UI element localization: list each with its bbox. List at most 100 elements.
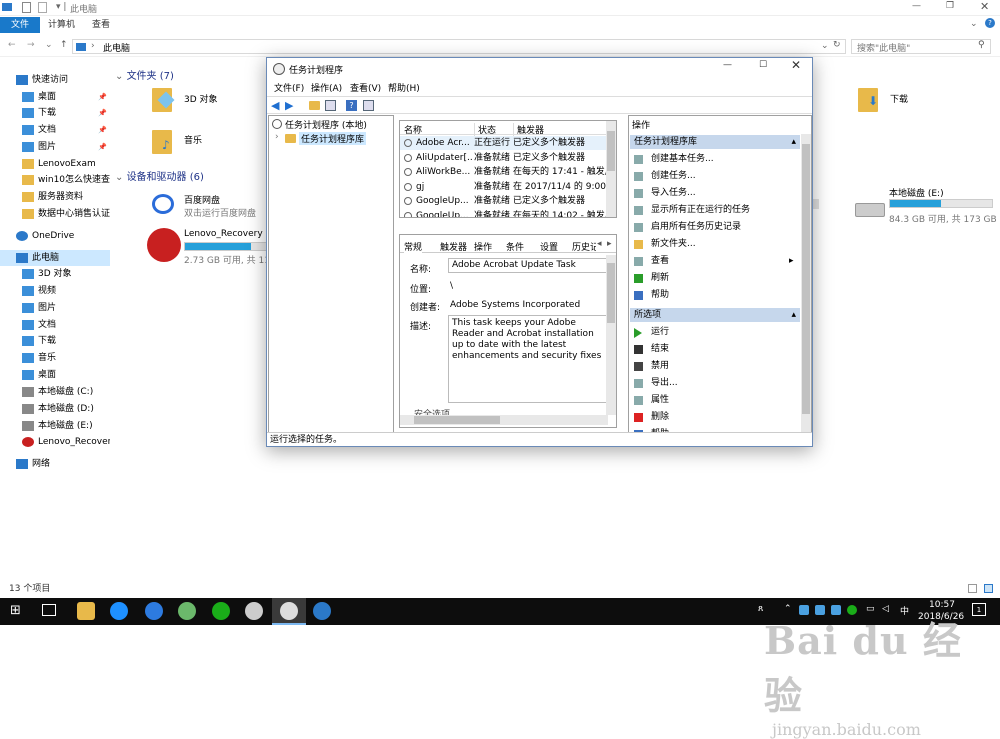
breadcrumb[interactable]: 此电脑 <box>103 41 130 54</box>
feishu-icon[interactable] <box>313 602 331 620</box>
clock-time[interactable]: 10:57 <box>929 600 955 610</box>
menu-view[interactable]: 查看(V) <box>350 82 381 96</box>
pin-icon[interactable]: 📌 <box>98 105 107 121</box>
scroll-thumb[interactable] <box>607 263 615 323</box>
sidebar-item[interactable]: 桌面 📌 <box>0 89 110 105</box>
quick-access-dropdown-icon[interactable]: ▾ | <box>56 2 66 12</box>
tab-settings[interactable]: 设置 <box>540 240 558 253</box>
task-row[interactable]: GoogleUp... 准备就绪 已定义多个触发器 <box>400 194 608 208</box>
tab-actions[interactable]: 操作 <box>474 240 492 253</box>
details-view-icon[interactable] <box>968 584 977 593</box>
sidebar-item[interactable]: 音乐 <box>0 350 110 366</box>
task-row[interactable]: GoogleUp... 准备就绪 在每天的 14:02 - 触发后 <box>400 209 608 217</box>
back-icon[interactable]: ◀ <box>271 99 279 112</box>
actions-scrollbar[interactable] <box>801 134 811 432</box>
sidebar-item[interactable]: 网络 <box>0 456 110 472</box>
action-item[interactable]: 刷新 <box>632 270 797 286</box>
tab-view[interactable]: 查看 <box>92 17 110 33</box>
tree-root[interactable]: 任务计划程序 (本地) <box>285 118 367 131</box>
folder-downloads[interactable]: ⬇ <box>856 84 884 116</box>
show-hide-tree-icon[interactable] <box>325 100 336 111</box>
file-explorer-icon[interactable] <box>77 602 95 620</box>
start-icon[interactable]: ⊞ <box>10 603 21 618</box>
sidebar-item[interactable]: 3D 对象 <box>0 266 110 282</box>
folder-music[interactable]: ♪ <box>150 126 178 158</box>
devices-group-header[interactable]: ⌄ 设备和驱动器 (6) <box>115 168 204 183</box>
tab-triggers[interactable]: 触发器 <box>440 240 467 253</box>
forward-icon[interactable]: ▶ <box>285 99 293 112</box>
app-avatar-icon[interactable] <box>245 602 263 620</box>
recovery-icon[interactable] <box>147 228 181 262</box>
sidebar-item[interactable]: 下载 📌 <box>0 105 110 121</box>
actions-section-library[interactable]: 任务计划程序库 ▴ <box>630 135 800 149</box>
h-scroll-thumb[interactable] <box>414 416 500 424</box>
help-icon[interactable]: ? <box>985 18 995 28</box>
action-item[interactable]: 查看 ▸ <box>632 253 797 269</box>
pin-icon[interactable]: 📌 <box>98 139 107 155</box>
recent-dropdown-icon[interactable]: ⌄ <box>45 40 53 50</box>
dialog-maximize-button[interactable]: ☐ <box>759 60 767 70</box>
scroll-thumb[interactable] <box>802 144 810 414</box>
new-folder-quick-icon[interactable] <box>38 2 47 13</box>
action-item[interactable]: 禁用 <box>632 358 797 374</box>
close-button[interactable]: ✕ <box>980 0 989 13</box>
sidebar-item[interactable]: 此电脑 <box>0 250 110 266</box>
action-item[interactable]: 导入任务... <box>632 185 797 201</box>
action-item[interactable]: 结束 <box>632 341 797 357</box>
actions-section-selected[interactable]: 所选项 ▴ <box>630 308 800 322</box>
wechat-icon[interactable] <box>212 602 230 620</box>
menu-file[interactable]: 文件(F) <box>274 82 304 96</box>
folder-3d-objects[interactable] <box>150 84 178 116</box>
action-item[interactable]: 运行 <box>632 324 797 340</box>
detail-scrollbar[interactable] <box>606 255 616 415</box>
action-item[interactable]: 创建基本任务... <box>632 151 797 167</box>
task-description-field[interactable]: This task keeps your Adobe Reader and Ac… <box>448 315 608 403</box>
people-icon[interactable]: ጸ <box>758 604 763 614</box>
task-name-field[interactable]: Adobe Acrobat Update Task <box>448 258 608 273</box>
address-field[interactable]: › 此电脑 ⌄ ↻ <box>72 39 846 54</box>
sidebar-item[interactable]: 文档 📌 <box>0 122 110 138</box>
folders-group-header[interactable]: ⌄ 文件夹 (7) <box>115 67 174 82</box>
address-dropdown-icon[interactable]: ⌄ <box>821 41 829 51</box>
task-row[interactable]: gj 准备就绪在 2017/11/4 的 9:00 时 <box>400 180 608 194</box>
scroll-thumb[interactable] <box>607 131 615 171</box>
dialog-minimize-button[interactable]: — <box>723 60 732 70</box>
maximize-button[interactable]: ❐ <box>946 1 954 11</box>
column-name[interactable]: 名称 <box>404 123 422 136</box>
app-icon[interactable] <box>178 602 196 620</box>
expand-icon[interactable]: › <box>275 132 279 142</box>
sidebar-item[interactable]: LenovoExam <box>0 156 110 172</box>
action-item[interactable]: 显示所有正在运行的任务 <box>632 202 797 218</box>
ie-icon[interactable] <box>110 602 128 620</box>
sidebar-item[interactable]: 视频 <box>0 283 110 299</box>
sidebar-item[interactable]: OneDrive <box>0 228 110 244</box>
sidebar-item[interactable]: 服务器资料 <box>0 189 110 205</box>
sidebar-item[interactable]: 下载 <box>0 333 110 349</box>
tree-item-library[interactable]: 任务计划程序库 <box>299 132 367 145</box>
sidebar-item[interactable]: win10怎么快速查找 <box>0 172 110 188</box>
edge-icon[interactable] <box>145 602 163 620</box>
pin-icon[interactable]: 📌 <box>98 89 107 105</box>
device-baidu-netdisk[interactable] <box>150 192 178 218</box>
sidebar-item[interactable]: 桌面 <box>0 367 110 383</box>
tab-scroll-left-icon[interactable]: ◂ <box>597 239 602 249</box>
action-item[interactable]: 帮助 <box>632 287 797 303</box>
sidebar-item[interactable]: 图片 <box>0 300 110 316</box>
refresh-icon[interactable]: ↻ <box>833 40 841 50</box>
task-scheduler-taskbar-button[interactable] <box>272 598 306 625</box>
tab-history[interactable]: 历史记 <box>572 240 596 253</box>
tab-file[interactable]: 文件 <box>0 17 40 33</box>
properties-quick-icon[interactable] <box>22 2 31 13</box>
column-trigger[interactable]: 触发器 <box>513 123 544 136</box>
task-row[interactable]: AliWorkBe... 准备就绪 在每天的 17:41 - 触发后 <box>400 165 608 179</box>
task-view-icon[interactable] <box>42 604 56 616</box>
large-icons-view-icon[interactable] <box>984 584 993 593</box>
action-item[interactable]: 删除 <box>632 409 797 425</box>
sidebar-item[interactable]: 本地磁盘 (E:) <box>0 418 110 434</box>
task-row[interactable]: AliUpdater[... 准备就绪 已定义多个触发器 <box>400 151 608 165</box>
tab-conditions[interactable]: 条件 <box>506 240 524 253</box>
sidebar-item[interactable]: 文档 <box>0 317 110 333</box>
tab-general[interactable]: 常规 <box>404 240 423 253</box>
minimize-button[interactable]: — <box>912 1 921 11</box>
help-icon[interactable]: ? <box>346 100 357 111</box>
